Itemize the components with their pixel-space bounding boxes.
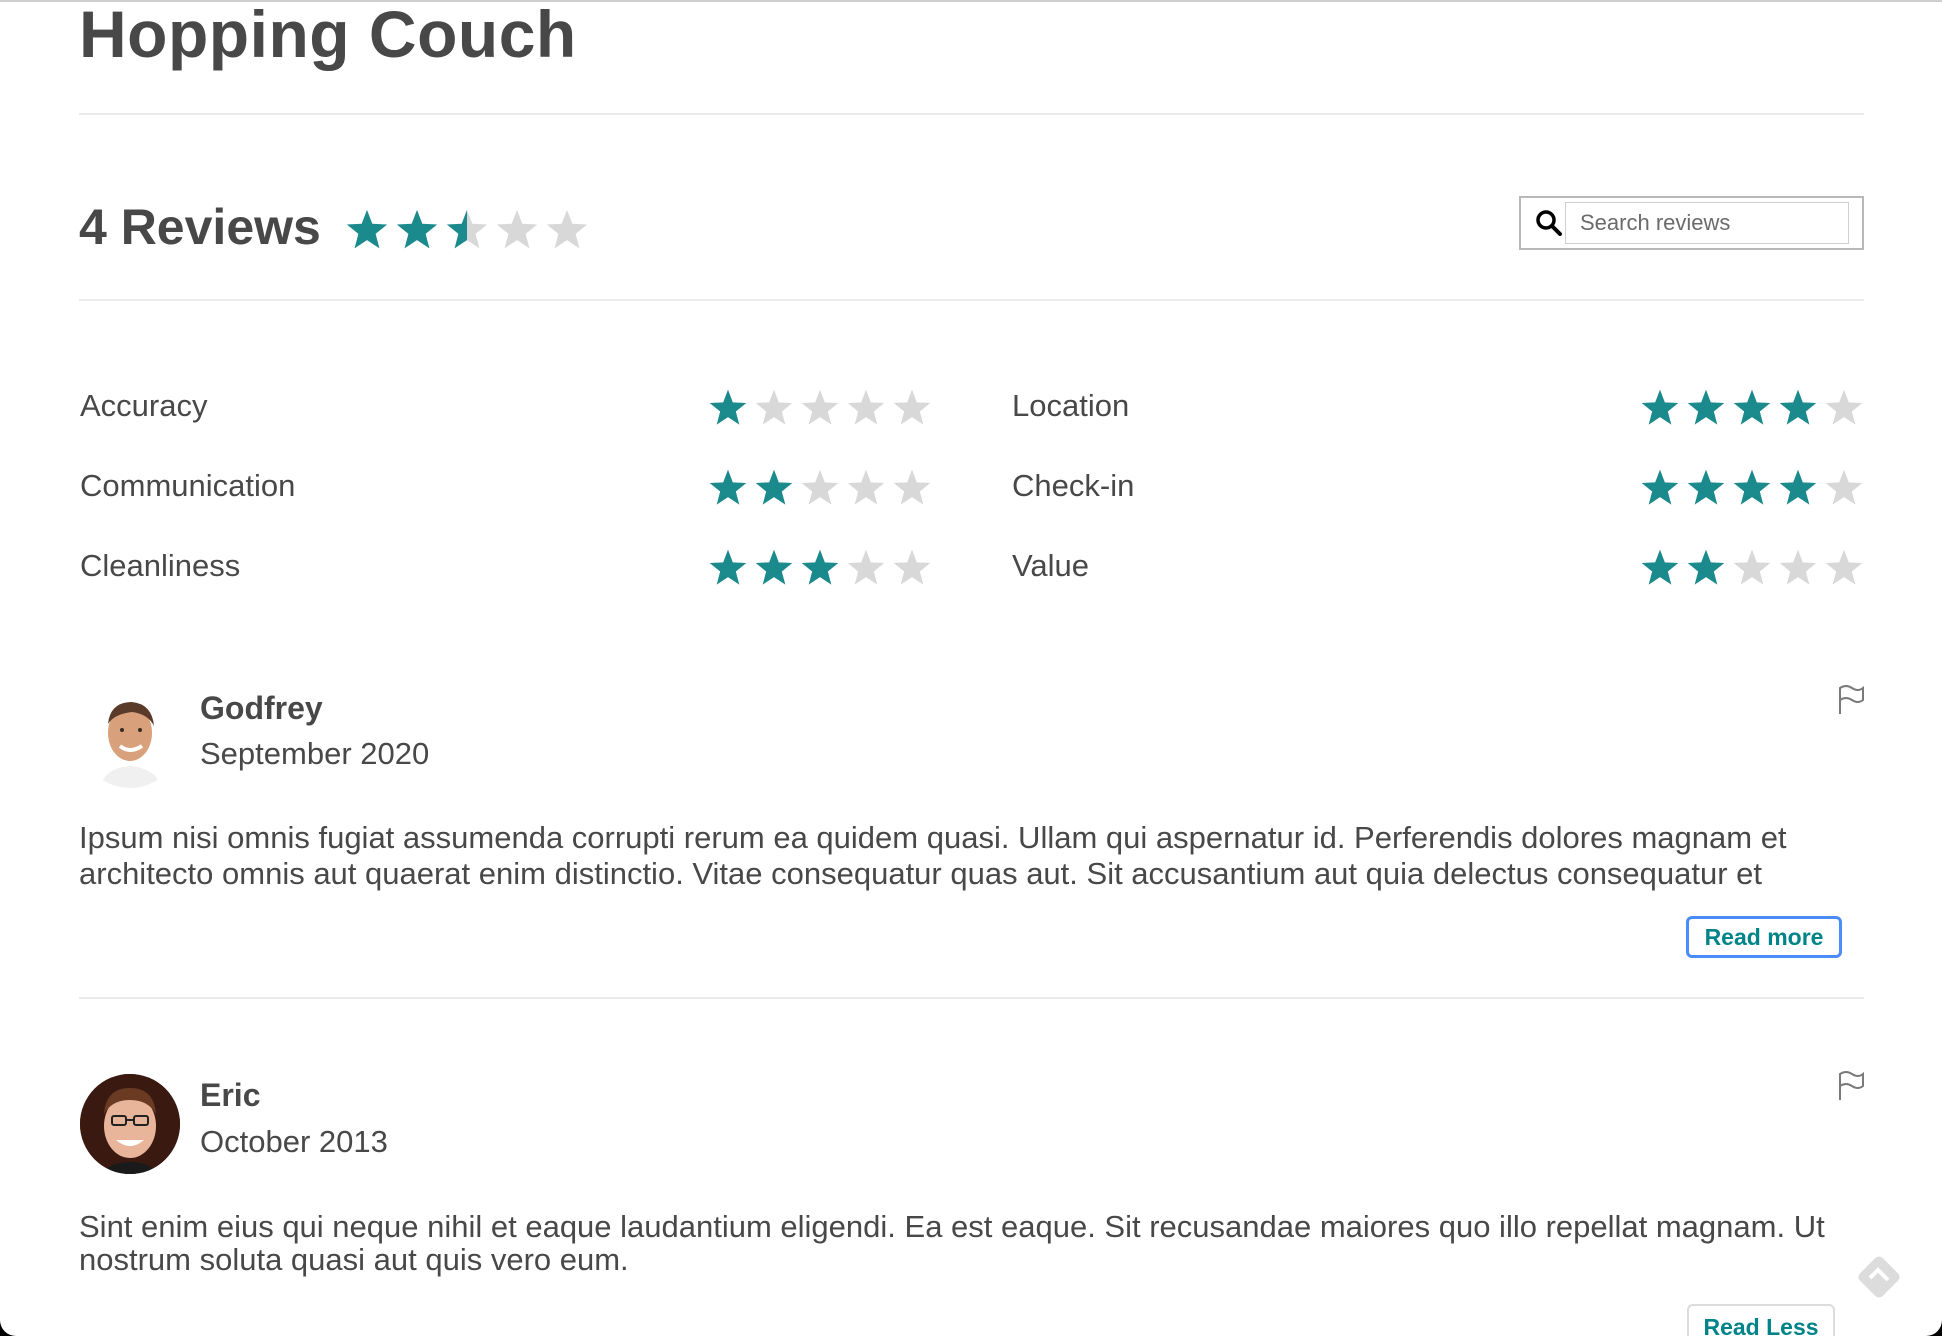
communication-rating-stars xyxy=(708,468,932,508)
search-input[interactable] xyxy=(1565,202,1849,244)
review-text: Ipsum nisi omnis fugiat assumenda corrup… xyxy=(79,820,1787,891)
star-icon xyxy=(846,468,886,508)
divider xyxy=(79,299,1864,301)
star-icon xyxy=(1778,388,1818,428)
category-label-check-in: Check-in xyxy=(1012,468,1135,503)
avatar xyxy=(80,688,180,788)
star-icon xyxy=(1732,548,1772,588)
star-icon xyxy=(800,548,840,588)
star-icon xyxy=(545,208,589,252)
review-date: September 2020 xyxy=(200,736,430,771)
category-label-value: Value xyxy=(1012,548,1089,583)
star-icon xyxy=(1778,548,1818,588)
flag-icon[interactable] xyxy=(1836,684,1866,721)
star-icon xyxy=(708,548,748,588)
star-icon xyxy=(1686,388,1726,428)
avatar xyxy=(80,1074,180,1174)
diamond-icon xyxy=(1852,1250,1906,1309)
star-icon xyxy=(1686,468,1726,508)
overall-rating-stars xyxy=(345,208,589,252)
star-icon xyxy=(445,208,489,252)
search-icon[interactable] xyxy=(1535,209,1563,242)
star-icon xyxy=(800,468,840,508)
flag-icon[interactable] xyxy=(1836,1070,1866,1107)
star-icon xyxy=(1640,548,1680,588)
star-icon xyxy=(846,548,886,588)
star-icon xyxy=(1640,468,1680,508)
star-icon xyxy=(1778,468,1818,508)
accuracy-rating-stars xyxy=(708,388,932,428)
star-icon xyxy=(754,388,794,428)
star-icon xyxy=(708,388,748,428)
star-icon xyxy=(495,208,539,252)
search-reviews-box[interactable] xyxy=(1519,196,1864,250)
value-rating-stars xyxy=(1640,548,1864,588)
star-icon xyxy=(800,388,840,428)
star-icon xyxy=(1686,548,1726,588)
category-label-location: Location xyxy=(1012,388,1130,423)
category-label-communication: Communication xyxy=(80,468,296,503)
category-label-cleanliness: Cleanliness xyxy=(80,548,241,583)
read-less-button[interactable]: Read Less xyxy=(1687,1304,1835,1336)
check-in-rating-stars xyxy=(1640,468,1864,508)
star-icon xyxy=(708,468,748,508)
star-icon xyxy=(892,468,932,508)
star-icon xyxy=(754,548,794,588)
reviews-count: 4 Reviews xyxy=(79,199,321,255)
listing-title: Hopping Couch xyxy=(79,0,577,71)
category-label-accuracy: Accuracy xyxy=(80,388,208,423)
star-icon xyxy=(846,388,886,428)
read-more-button[interactable]: Read more xyxy=(1686,916,1842,958)
divider xyxy=(79,113,1864,115)
star-icon xyxy=(1640,388,1680,428)
star-icon xyxy=(892,548,932,588)
star-icon xyxy=(1824,468,1864,508)
star-icon xyxy=(754,468,794,508)
star-icon xyxy=(1732,468,1772,508)
star-icon xyxy=(1824,388,1864,428)
reviews-page: Hopping Couch 4 Reviews Accuracy Communi… xyxy=(0,0,1942,1336)
review-text: Sint enim eius qui neque nihil et eaque … xyxy=(79,1209,1825,1277)
star-icon xyxy=(1824,548,1864,588)
star-icon xyxy=(395,208,439,252)
star-icon xyxy=(345,208,389,252)
reviewer-name: Godfrey xyxy=(200,690,323,726)
location-rating-stars xyxy=(1640,388,1864,428)
star-icon xyxy=(892,388,932,428)
star-icon xyxy=(1732,388,1772,428)
cleanliness-rating-stars xyxy=(708,548,932,588)
reviewer-name: Eric xyxy=(200,1077,261,1113)
review-date: October 2013 xyxy=(200,1124,388,1159)
divider xyxy=(79,997,1864,999)
